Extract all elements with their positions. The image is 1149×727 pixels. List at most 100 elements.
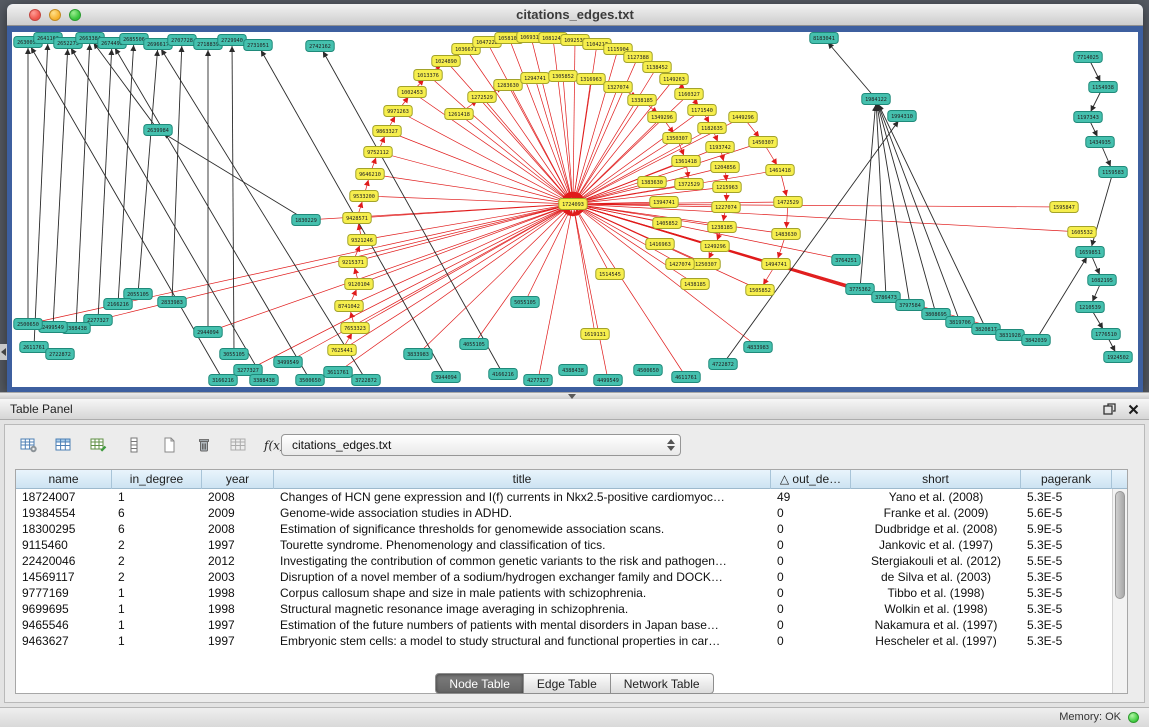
graph-node[interactable]: 1595847 bbox=[1050, 202, 1078, 213]
graph-node[interactable]: 3944094 bbox=[432, 372, 460, 383]
graph-node[interactable]: 3499549 bbox=[274, 357, 302, 368]
graph-node[interactable]: 4166216 bbox=[489, 369, 517, 380]
graph-node[interactable]: 2742162 bbox=[306, 41, 334, 52]
graph-node[interactable]: 3722872 bbox=[352, 375, 380, 386]
graph-node[interactable]: 1472529 bbox=[774, 197, 802, 208]
graph-node[interactable]: 4388438 bbox=[559, 365, 587, 376]
graph-node[interactable]: 2707728 bbox=[168, 35, 196, 46]
graph-node[interactable]: 3831928 bbox=[996, 330, 1024, 341]
graph-node[interactable]: 1338185 bbox=[628, 95, 656, 106]
graph-node[interactable]: 1138452 bbox=[643, 62, 671, 73]
graph-node[interactable]: 9215371 bbox=[339, 257, 367, 268]
graph-node[interactable]: 3833983 bbox=[404, 349, 432, 360]
graph-node[interactable]: 2639984 bbox=[144, 125, 172, 136]
graph-node[interactable]: 9533200 bbox=[350, 191, 378, 202]
graph-node[interactable]: 1197343 bbox=[1074, 112, 1102, 123]
window-zoom-button[interactable] bbox=[69, 9, 81, 21]
new-file-icon[interactable] bbox=[155, 432, 183, 458]
graph-node[interactable]: 1154938 bbox=[1089, 82, 1117, 93]
graph-node[interactable]: 1461418 bbox=[766, 165, 794, 176]
graph-node[interactable]: 1514545 bbox=[596, 269, 624, 280]
graph-node[interactable]: 1830229 bbox=[292, 215, 320, 226]
graph-node[interactable]: 3166216 bbox=[209, 375, 237, 386]
graph-node[interactable]: 1249296 bbox=[701, 241, 729, 252]
graph-node[interactable]: 2499549 bbox=[39, 322, 67, 333]
graph-node[interactable]: 3388438 bbox=[250, 375, 278, 386]
graph-node[interactable]: 3842039 bbox=[1022, 335, 1050, 346]
table-row[interactable]: 1938455462009Genome-wide association stu… bbox=[16, 505, 1127, 521]
graph-node[interactable]: 2729940 bbox=[218, 35, 246, 46]
graph-node[interactable]: 1250307 bbox=[692, 259, 720, 270]
panel-collapse-arrow[interactable] bbox=[0, 344, 7, 360]
graph-node[interactable]: 3797584 bbox=[896, 300, 924, 311]
graph-node[interactable]: 2166216 bbox=[104, 299, 132, 310]
graph-node[interactable]: 1349296 bbox=[648, 112, 676, 123]
table-row[interactable]: 1456911722003Disruption of a novel membe… bbox=[16, 569, 1127, 585]
graph-node[interactable]: 4499549 bbox=[594, 375, 622, 386]
graph-node[interactable]: 9120104 bbox=[345, 279, 373, 290]
import-table-icon[interactable] bbox=[225, 432, 253, 458]
graph-node[interactable]: 3611761 bbox=[324, 367, 352, 378]
graph-node[interactable]: 1182635 bbox=[698, 123, 726, 134]
table-row[interactable]: 1830029562008Estimation of significance … bbox=[16, 521, 1127, 537]
table-row[interactable]: 946554611997Estimation of the future num… bbox=[16, 617, 1127, 633]
graph-node[interactable]: 7625441 bbox=[328, 345, 356, 356]
graph-node[interactable]: 9971263 bbox=[384, 106, 412, 117]
close-panel-icon[interactable] bbox=[1128, 404, 1139, 415]
graph-node[interactable]: 1505852 bbox=[746, 285, 774, 296]
graph-node[interactable]: 2731051 bbox=[244, 40, 272, 51]
graph-node[interactable]: 2722872 bbox=[46, 349, 74, 360]
graph-node[interactable]: 1316963 bbox=[577, 74, 605, 85]
graph-node[interactable]: 2833983 bbox=[158, 297, 186, 308]
column-header-in_degree[interactable]: in_degree bbox=[112, 470, 202, 489]
graph-node[interactable]: 1082195 bbox=[1088, 275, 1116, 286]
graph-node[interactable]: 5055105 bbox=[511, 297, 539, 308]
graph-node[interactable]: 1449296 bbox=[729, 112, 757, 123]
table-row[interactable]: 911546021997Tourette syndrome. Phenomeno… bbox=[16, 537, 1127, 553]
graph-node[interactable]: 1227074 bbox=[712, 202, 740, 213]
graph-node[interactable]: 8741042 bbox=[335, 301, 363, 312]
graph-node[interactable]: 7714025 bbox=[1074, 52, 1102, 63]
graph-node[interactable]: 1450307 bbox=[749, 137, 777, 148]
graph-node[interactable]: 7653323 bbox=[341, 323, 369, 334]
graph-node[interactable]: 1171540 bbox=[688, 105, 716, 116]
graph-node[interactable]: 3775362 bbox=[846, 284, 874, 295]
graph-node[interactable]: 1210539 bbox=[1076, 302, 1104, 313]
column-display-icon[interactable] bbox=[50, 432, 78, 458]
graph-node[interactable]: 1394741 bbox=[650, 197, 678, 208]
network-canvas[interactable]: 7625441765332387410429120104921537193212… bbox=[12, 32, 1138, 387]
graph-node[interactable]: 2944094 bbox=[194, 327, 222, 338]
graph-node[interactable]: 4277327 bbox=[524, 375, 552, 386]
graph-node[interactable]: 1204856 bbox=[711, 162, 739, 173]
graph-node[interactable]: 1619131 bbox=[581, 329, 609, 340]
table-settings-icon[interactable] bbox=[15, 432, 43, 458]
graph-node[interactable]: 1924502 bbox=[1104, 352, 1132, 363]
column-header-title[interactable]: title bbox=[274, 470, 771, 489]
graph-node[interactable]: 9752112 bbox=[364, 147, 392, 158]
column-header-year[interactable]: year bbox=[202, 470, 274, 489]
column-header-out_de[interactable]: △ out_de… bbox=[771, 470, 851, 489]
graph-node[interactable]: 3500650 bbox=[296, 375, 324, 386]
graph-node[interactable]: 3277327 bbox=[234, 365, 262, 376]
graph-node[interactable]: 1261418 bbox=[445, 109, 473, 120]
graph-node[interactable]: 1013376 bbox=[414, 70, 442, 81]
graph-node[interactable]: 9863327 bbox=[373, 126, 401, 137]
graph-node[interactable]: 4722872 bbox=[709, 359, 737, 370]
edit-table-icon[interactable] bbox=[85, 432, 113, 458]
scrollbar-thumb[interactable] bbox=[1115, 491, 1125, 599]
graph-node[interactable]: 1427074 bbox=[666, 259, 694, 270]
row-height-icon[interactable] bbox=[120, 432, 148, 458]
graph-node[interactable]: 1159583 bbox=[1099, 167, 1127, 178]
graph-node[interactable]: 1438185 bbox=[681, 279, 709, 290]
graph-node[interactable]: 1434935 bbox=[1086, 137, 1114, 148]
graph-node[interactable]: 1272529 bbox=[468, 92, 496, 103]
graph-node[interactable]: 2611761 bbox=[20, 342, 48, 353]
graph-node[interactable]: 1405852 bbox=[653, 218, 681, 229]
graph-node[interactable]: 1193742 bbox=[706, 142, 734, 153]
graph-node[interactable]: 1416963 bbox=[646, 239, 674, 250]
graph-node[interactable]: 4611761 bbox=[672, 372, 700, 383]
graph-node[interactable]: 1372529 bbox=[675, 179, 703, 190]
graph-node[interactable]: 1238185 bbox=[708, 222, 736, 233]
table-row[interactable]: 1872400712008Changes of HCN gene express… bbox=[16, 489, 1127, 505]
graph-node[interactable]: 4833983 bbox=[744, 342, 772, 353]
